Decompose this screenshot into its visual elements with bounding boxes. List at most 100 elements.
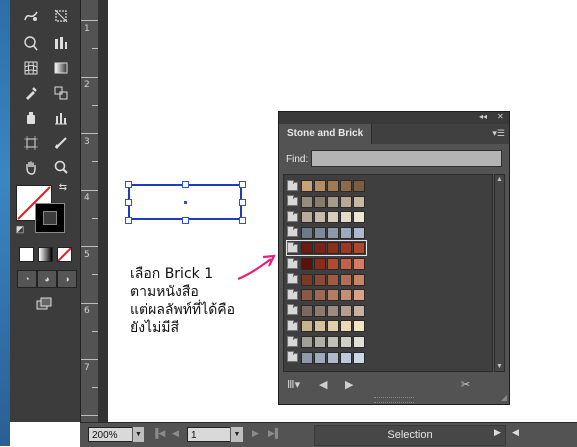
status-mode-field[interactable]: Selection [314,425,506,446]
artboard-icon[interactable] [20,133,42,153]
color-swatch[interactable] [327,211,339,224]
mesh-icon[interactable] [20,58,42,78]
color-swatch[interactable] [353,242,365,255]
color-swatch[interactable] [314,211,326,224]
hand-icon[interactable] [20,157,42,177]
color-swatch[interactable] [301,195,313,208]
color-swatch[interactable] [314,242,326,255]
color-swatch[interactable] [327,242,339,255]
color-swatch[interactable] [327,336,339,348]
color-swatch[interactable] [327,195,339,208]
shape-builder-icon[interactable] [20,33,42,53]
selection-handle[interactable] [239,199,246,206]
next-library-icon[interactable]: ▶ [345,378,353,391]
scroll-left-icon[interactable]: ◀ [512,427,519,438]
free-transform-icon[interactable] [50,6,72,26]
color-swatch[interactable] [353,351,365,364]
color-swatch[interactable] [301,336,313,348]
selection-handle[interactable] [182,217,189,224]
slice-icon[interactable] [50,133,72,153]
swatch-group-row[interactable] [287,319,366,333]
color-swatch[interactable] [327,180,339,192]
selection-handle[interactable] [125,217,132,224]
color-swatch[interactable] [301,320,313,333]
swatch-group-row[interactable] [287,288,366,302]
swatch-scrollbar[interactable]: ▲ ▼ [494,174,505,372]
color-swatch[interactable] [340,226,352,239]
close-panel-icon[interactable]: ✕ [497,112,504,121]
color-swatch[interactable] [353,258,365,270]
color-swatch[interactable] [314,320,326,333]
selection-handle[interactable] [239,181,246,188]
swatch-group-row[interactable] [287,210,366,224]
last-artboard-icon[interactable]: ▶▌ [268,428,281,439]
color-swatch[interactable] [314,258,326,270]
resize-corner-icon[interactable]: ◢ [501,393,507,402]
color-swatch[interactable] [314,180,326,192]
stroke-swatch[interactable] [35,203,65,233]
draw-normal-icon[interactable]: ◔ [17,270,37,288]
none-mode-button[interactable] [57,247,72,262]
column-graph-icon[interactable] [50,108,72,128]
screen-mode-icon[interactable] [32,295,56,313]
color-swatch[interactable] [353,304,365,317]
swatch-group-row[interactable] [287,195,366,209]
selection-handle[interactable] [125,199,132,206]
swatch-group-row[interactable] [287,351,366,365]
color-swatch[interactable] [327,273,339,286]
color-swatch[interactable] [340,258,352,270]
panel-title-bar[interactable]: ◂◂ ✕ [279,112,509,124]
next-artboard-icon[interactable]: ▶ [252,428,259,439]
tab-stone-and-brick[interactable]: Stone and Brick [279,124,373,144]
color-swatch[interactable] [353,320,365,333]
add-to-swatches-icon[interactable]: ✂ [461,378,470,391]
color-swatch[interactable] [301,304,313,317]
color-swatch[interactable] [353,211,365,224]
color-swatch[interactable] [340,195,352,208]
color-swatch[interactable] [327,258,339,270]
color-swatch[interactable] [353,289,365,302]
default-colors-icon[interactable]: ◩ [13,222,27,236]
gradient-mode-button[interactable] [38,247,53,262]
color-swatch[interactable] [301,273,313,286]
color-swatch[interactable] [327,304,339,317]
color-swatch[interactable] [340,289,352,302]
status-menu-icon[interactable]: ▶ [494,427,501,438]
color-swatch[interactable] [327,226,339,239]
zoom-dropdown-icon[interactable]: ▼ [132,427,144,442]
scroll-down-icon[interactable]: ▼ [496,363,503,370]
color-swatch[interactable] [353,336,365,348]
scroll-up-icon[interactable]: ▲ [496,176,503,183]
previous-artboard-icon[interactable]: ◀ [172,428,179,439]
color-swatch[interactable] [301,180,313,192]
color-swatch[interactable] [340,336,352,348]
swatch-group-row[interactable] [287,335,366,349]
color-swatch[interactable] [327,351,339,364]
color-swatch[interactable] [314,226,326,239]
selection-handle[interactable] [125,181,132,188]
swatch-libraries-menu-icon[interactable]: Ⅲ▾ [287,378,300,391]
color-swatch[interactable] [314,351,326,364]
color-swatch[interactable] [314,195,326,208]
swatch-group-row[interactable] [286,240,367,257]
color-swatch[interactable] [340,304,352,317]
color-swatch[interactable] [340,351,352,364]
color-swatch[interactable] [353,195,365,208]
color-swatch[interactable] [340,273,352,286]
panel-menu-icon[interactable]: ▾☰ [492,128,505,139]
color-swatch[interactable] [301,351,313,364]
color-swatch[interactable] [340,211,352,224]
color-mode-button[interactable] [19,247,34,262]
color-swatch[interactable] [353,273,365,286]
color-swatch[interactable] [301,242,313,255]
swatch-group-row[interactable] [287,179,366,193]
color-swatch[interactable] [327,289,339,302]
previous-library-icon[interactable]: ◀ [319,378,327,391]
color-swatch[interactable] [327,320,339,333]
symbol-sprayer-icon[interactable] [20,108,42,128]
draw-behind-icon[interactable]: ◕ [37,270,57,288]
swatch-group-row[interactable] [287,226,366,240]
color-swatch[interactable] [301,211,313,224]
panel-resize-grip[interactable] [374,397,414,403]
artboard-dropdown-icon[interactable]: ▼ [230,427,243,442]
